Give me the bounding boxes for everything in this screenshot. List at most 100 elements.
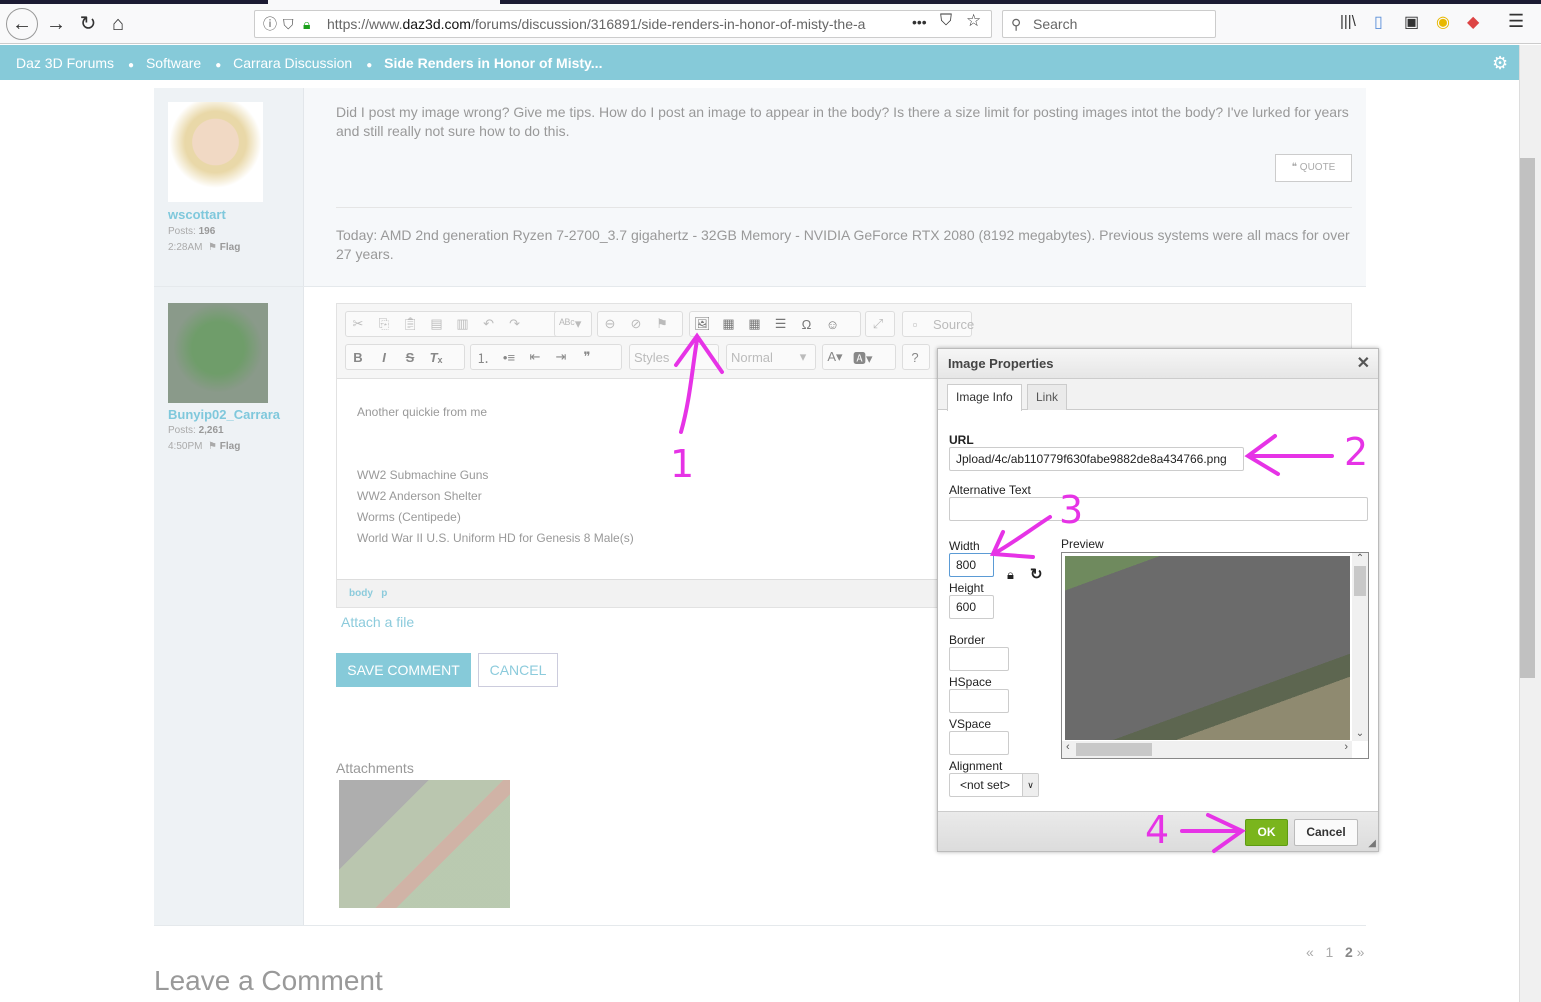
maximize-icon[interactable]: ⤢ [870, 316, 886, 332]
undo-icon[interactable]: ↶ [481, 316, 497, 332]
avatar[interactable] [168, 303, 268, 403]
reload-button[interactable]: ↻ [74, 10, 102, 38]
bookmark-star-icon[interactable]: ☆ [966, 11, 981, 31]
height-field[interactable]: 600 [949, 595, 994, 619]
spellcheck-icon[interactable]: ᴬᴮᶜ▾ [559, 316, 581, 332]
quote-button[interactable]: ❝ QUOTE [1275, 154, 1352, 182]
cut-icon[interactable]: ✂ [350, 316, 366, 332]
tab-link[interactable]: Link [1027, 384, 1068, 410]
pagination: « 1 2 » [1306, 944, 1364, 960]
library-icon[interactable]: |||\ [1340, 13, 1356, 30]
preview-horizontal-scrollbar[interactable]: ‹ › [1062, 741, 1352, 758]
link-icon[interactable]: ⊖ [602, 316, 618, 332]
paste-text-icon[interactable]: ▤ [429, 316, 445, 332]
iframe-icon[interactable]: ▦ [721, 316, 737, 332]
strike-icon[interactable]: S [402, 350, 418, 365]
alt-text-field[interactable] [949, 497, 1368, 521]
hspace-field[interactable] [949, 689, 1009, 713]
background-color-icon[interactable]: 🅰︎▾ [853, 348, 873, 367]
url-bar[interactable]: ⓘ ⛉ 🔒︎ https://www.daz3d.com/forums/disc… [254, 10, 992, 38]
path-p[interactable]: p [381, 588, 387, 599]
width-field[interactable]: 800 [949, 553, 994, 577]
menu-icon[interactable]: ☰ [1508, 11, 1524, 32]
prev-page[interactable]: « [1306, 944, 1314, 960]
preview-vertical-scrollbar[interactable]: ⌃ ⌄ [1352, 553, 1368, 741]
shield-icon[interactable]: ⛉ [283, 11, 294, 37]
url-field[interactable]: Jpload/4c/ab110779f630fabe9882de8a434766… [949, 447, 1244, 471]
special-char-omega-icon[interactable]: Ω [799, 317, 815, 332]
preview-pane: ⌃ ⌄ ‹ › [1061, 552, 1369, 759]
outdent-icon[interactable]: ⇤ [527, 349, 543, 365]
bulleted-list-icon[interactable]: •≡ [501, 350, 517, 365]
border-field[interactable] [949, 647, 1009, 671]
page-link[interactable]: 1 [1325, 944, 1333, 960]
tab-image-info[interactable]: Image Info [947, 384, 1022, 411]
breadcrumb-link[interactable]: Carrara Discussion [233, 55, 352, 71]
breadcrumb-link[interactable]: Software [146, 55, 201, 71]
flag-link[interactable]: Flag [220, 242, 241, 253]
numbered-list-icon[interactable]: ⒈ [475, 348, 491, 367]
username-link[interactable]: Bunyip02_Carrara [168, 407, 280, 422]
username-link[interactable]: wscottart [168, 207, 226, 222]
blockquote-icon[interactable]: ❞ [579, 349, 595, 365]
format-dropdown[interactable]: Normal ▾ [726, 344, 816, 370]
dialog-cancel-button[interactable]: Cancel [1294, 819, 1358, 846]
height-label: Height [949, 581, 984, 595]
info-icon[interactable]: ⓘ [263, 11, 277, 37]
smiley-icon[interactable]: ☺ [825, 317, 841, 332]
anchor-flag-icon[interactable]: ⚑ [654, 316, 670, 332]
dialog-title[interactable]: Image Properties ✕ [938, 349, 1378, 379]
next-page[interactable]: » [1357, 944, 1365, 960]
table-icon[interactable]: ▦ [747, 316, 763, 332]
resize-handle-icon[interactable]: ◢ [1368, 838, 1376, 849]
image-icon[interactable]: 🖼︎ [694, 316, 711, 332]
paste-icon[interactable]: 📋︎ [402, 316, 419, 332]
text-color-icon[interactable]: A▾ [827, 349, 843, 365]
copy-icon[interactable]: ⎘ [376, 316, 392, 332]
bold-icon[interactable]: B [350, 350, 366, 365]
url-path: /forums/discussion/316891/side-renders-i… [470, 16, 866, 32]
indent-icon[interactable]: ⇥ [553, 349, 569, 365]
alignment-select[interactable]: <not set> ∨ [949, 773, 1039, 797]
breadcrumb-link[interactable]: Daz 3D Forums [16, 55, 114, 71]
post-time[interactable]: 2:28AM [168, 242, 202, 253]
url-label: URL [949, 433, 974, 447]
cancel-button[interactable]: CANCEL [478, 653, 558, 687]
editor-content[interactable]: Another quickie from me WW2 Submachine G… [357, 402, 634, 549]
document-icon[interactable]: ▯ [1374, 12, 1383, 32]
save-comment-button[interactable]: SAVE COMMENT [336, 653, 471, 687]
help-icon[interactable]: ? [907, 350, 923, 365]
scrollbar-thumb[interactable] [1520, 158, 1535, 678]
lock-ratio-icon[interactable]: 🔒︎ [1007, 567, 1014, 583]
home-button[interactable]: ⌂ [104, 10, 132, 38]
italic-icon[interactable]: I [376, 350, 392, 365]
horizontal-line-icon[interactable]: ☰ [773, 316, 789, 332]
forward-button[interactable]: → [42, 10, 70, 38]
post-time[interactable]: 4:50PM [168, 441, 202, 452]
ok-button[interactable]: OK [1245, 819, 1288, 846]
pocket-icon[interactable]: ⛉ [940, 12, 952, 30]
annotation-number: 3 [1059, 488, 1084, 532]
unlink-icon[interactable]: ⊘ [628, 316, 644, 332]
sidebar-icon[interactable]: ▣ [1404, 12, 1419, 32]
settings-gear-icon[interactable]: ⚙ [1492, 45, 1508, 81]
redo-icon[interactable]: ↷ [507, 316, 523, 332]
flag-link[interactable]: Flag [220, 441, 241, 452]
extension-color-icon[interactable]: ◆ [1467, 12, 1479, 32]
attach-file-link[interactable]: Attach a file [341, 614, 414, 630]
avatar[interactable] [168, 102, 263, 202]
source-button[interactable]: ▫ Source [902, 311, 974, 337]
close-icon[interactable]: ✕ [1357, 349, 1370, 379]
back-button[interactable]: ← [6, 8, 38, 40]
paste-word-icon[interactable]: ▥ [455, 316, 471, 332]
styles-dropdown[interactable]: Styles [629, 344, 719, 370]
reset-size-icon[interactable]: ↻ [1030, 565, 1043, 583]
remove-format-icon[interactable]: Tₓ [428, 350, 444, 365]
attachment-thumbnail[interactable] [339, 780, 510, 908]
search-input[interactable]: ⚲ Search [1002, 10, 1216, 38]
vspace-field[interactable] [949, 731, 1009, 755]
extension-icon[interactable]: ◉ [1436, 12, 1450, 32]
search-icon: ⚲ [1011, 16, 1022, 32]
path-body[interactable]: body [349, 588, 373, 599]
more-icon[interactable]: ••• [912, 14, 927, 30]
